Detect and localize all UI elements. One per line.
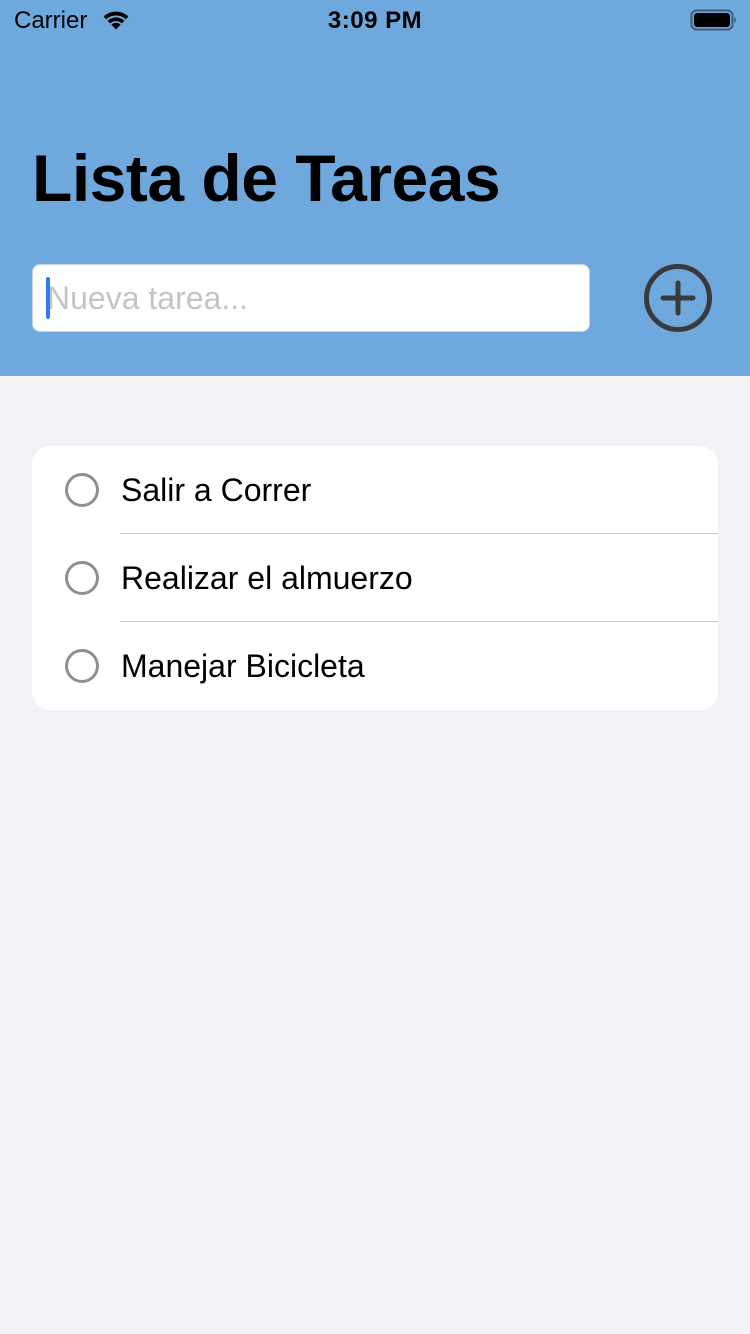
check-circle-icon[interactable] [65, 649, 99, 683]
new-task-input[interactable] [47, 265, 577, 331]
task-row[interactable]: Salir a Correr [32, 446, 718, 534]
battery-icon [690, 8, 738, 32]
task-label: Realizar el almuerzo [121, 560, 413, 596]
page-title: Lista de Tareas [32, 141, 501, 215]
text-cursor [46, 277, 50, 319]
check-circle-icon[interactable] [65, 473, 99, 507]
status-bar: Carrier 3:09 PM [0, 0, 750, 40]
status-time: 3:09 PM [327, 7, 423, 34]
header: Carrier 3:09 PM Lista de Tareas [0, 0, 750, 376]
task-row[interactable]: Realizar el almuerzo [32, 534, 718, 622]
check-circle-icon[interactable] [65, 561, 99, 595]
plus-circle-icon [642, 264, 714, 340]
task-list: Salir a Correr Realizar el almuerzo Mane… [32, 446, 718, 710]
task-label: Salir a Correr [121, 472, 312, 508]
new-task-field[interactable] [32, 264, 590, 332]
task-row[interactable]: Manejar Bicicleta [32, 622, 718, 710]
add-task-button[interactable] [642, 264, 714, 336]
task-label: Manejar Bicicleta [121, 648, 365, 684]
